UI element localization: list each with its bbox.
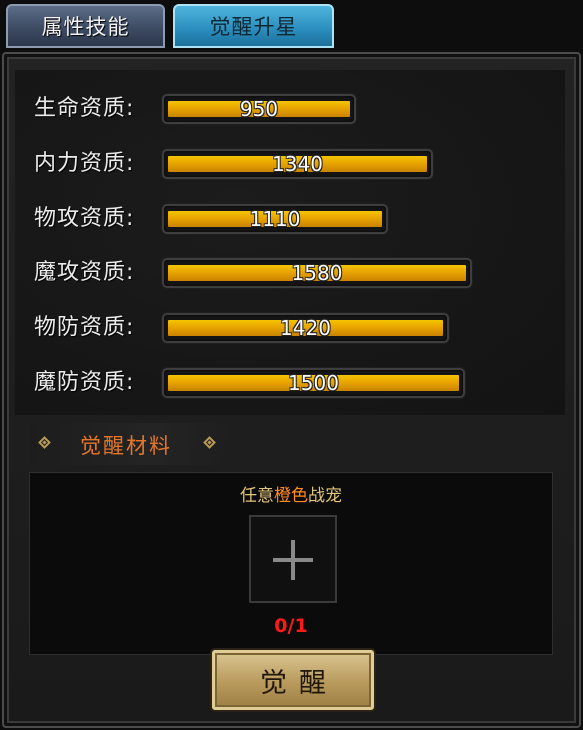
stat-label: 内力资质: <box>34 151 135 176</box>
stat-row-phys-def: 物防资质: 1420 <box>0 311 583 345</box>
stat-value: 1340 <box>272 152 323 176</box>
stat-label: 魔攻资质: <box>34 260 135 285</box>
stat-bar: 950 <box>162 94 356 124</box>
stat-value: 1420 <box>280 316 331 340</box>
stat-row-mp: 内力资质: 1340 <box>0 147 583 181</box>
stat-label: 生命资质: <box>34 96 135 121</box>
stat-label: 物攻资质: <box>34 206 135 231</box>
section-title: 觉醒材料 <box>80 434 172 458</box>
material-requirement: 任意橙色战宠 <box>30 481 552 506</box>
stat-bar: 1420 <box>162 313 449 343</box>
plus-icon-vertical <box>291 540 295 580</box>
material-slot[interactable] <box>249 515 337 603</box>
stat-row-magic-def: 魔防资质: 1500 <box>0 366 583 400</box>
stat-bar: 1340 <box>162 149 433 179</box>
awaken-button[interactable]: 觉醒 <box>212 650 374 710</box>
stat-value: 1580 <box>291 261 343 285</box>
requirement-highlight: 橙色 <box>274 486 308 506</box>
tab-awaken-star-up[interactable]: 觉醒升星 <box>173 4 334 48</box>
material-box: 任意橙色战宠 0/1 <box>29 472 553 655</box>
stat-value: 950 <box>239 97 279 121</box>
requirement-prefix: 任意 <box>240 486 274 506</box>
requirement-suffix: 战宠 <box>308 486 342 506</box>
stat-label: 物防资质: <box>34 315 135 340</box>
stat-value: 1110 <box>249 207 301 231</box>
material-count: 0/1 <box>274 615 308 637</box>
tab-attributes-skills[interactable]: 属性技能 <box>6 4 165 48</box>
stat-bar: 1580 <box>162 258 472 288</box>
stat-row-hp: 生命资质: 950 <box>0 92 583 126</box>
stat-label: 魔防资质: <box>34 370 135 395</box>
stat-bar: 1500 <box>162 368 465 398</box>
stat-bar: 1110 <box>162 204 388 234</box>
stat-value: 1500 <box>288 371 339 395</box>
stat-row-magic-atk: 魔攻资质: 1580 <box>0 256 583 290</box>
stat-row-phys-atk: 物攻资质: 1110 <box>0 202 583 236</box>
